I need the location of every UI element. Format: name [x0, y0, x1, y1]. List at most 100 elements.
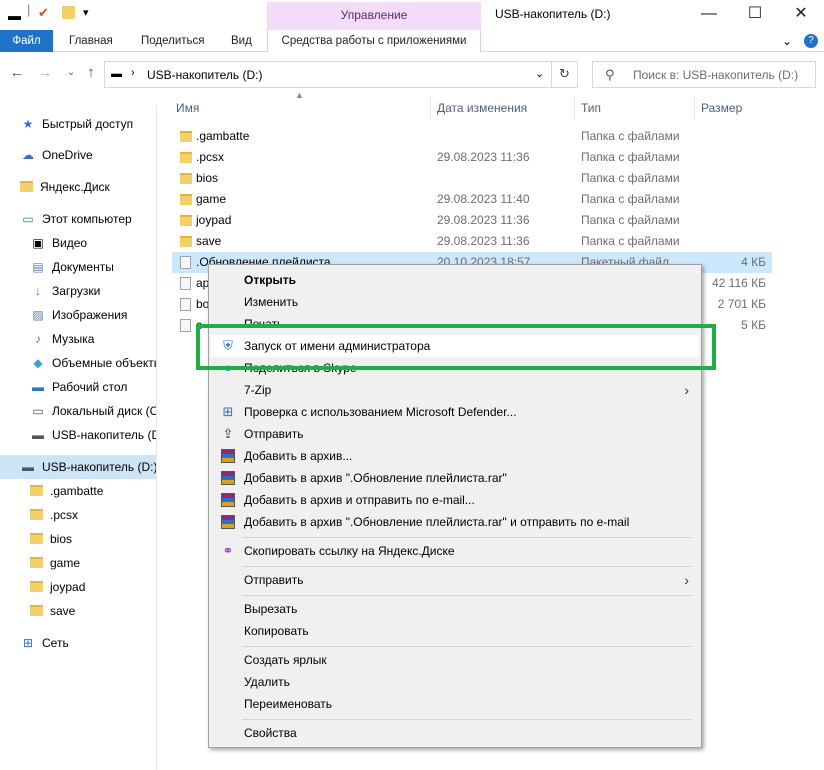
nav-item-local-disk-c[interactable]: ▭ Локальный диск (C:)	[30, 399, 156, 423]
address-row: ← → ⌄ ↑ ▬ › USB-накопитель (D:) ⌄ ↻ ⚲ По…	[0, 58, 824, 90]
menu-separator	[242, 537, 692, 538]
dropdown-chevron-icon[interactable]: ⌄	[535, 67, 544, 80]
file-row[interactable]: .gambatte Папка с файлами	[172, 126, 772, 147]
menu-item-defender[interactable]: ⊞ Проверка с использованием Microsoft Def…	[211, 401, 699, 423]
menu-item-add-archive[interactable]: Добавить в архив...	[211, 445, 699, 467]
nav-item-save[interactable]: save	[30, 599, 75, 623]
folder-icon	[30, 509, 43, 520]
menu-item-yandex-link[interactable]: ⚭ Скопировать ссылку на Яндекс.Диске	[211, 540, 699, 562]
tab-app-tools[interactable]: Средства работы с приложениями	[267, 30, 481, 52]
nav-item-quick-access[interactable]: ★ Быстрый доступ	[20, 112, 134, 136]
nav-item-pictures[interactable]: ▨ Изображения	[30, 303, 127, 327]
folder-icon	[30, 581, 43, 592]
column-divider[interactable]	[574, 96, 575, 120]
menu-item-send-to[interactable]: Отправить ›	[211, 569, 699, 591]
nav-item-desktop[interactable]: ▬ Рабочий стол	[30, 375, 127, 399]
file-row[interactable]: .pcsx 29.08.2023 11:36 Папка с файлами	[172, 147, 772, 168]
search-placeholder: Поиск в: USB-накопитель (D:)	[633, 68, 799, 82]
back-arrow-icon[interactable]: ←	[8, 64, 26, 81]
nav-item-this-pc[interactable]: ▭ Этот компьютер	[20, 207, 131, 231]
column-divider[interactable]	[694, 96, 695, 120]
star-icon: ★	[22, 117, 34, 131]
nav-item-game[interactable]: game	[30, 551, 80, 575]
file-row[interactable]: joypad 29.08.2023 11:36 Папка с файлами	[172, 210, 772, 231]
nav-item-joypad[interactable]: joypad	[30, 575, 85, 599]
nav-item-network[interactable]: ⊞ Сеть	[20, 631, 69, 655]
customize-quick-access-icon[interactable]: ▾	[83, 6, 89, 19]
help-icon[interactable]: ?	[804, 34, 818, 48]
nav-item-onedrive[interactable]: ☁ OneDrive	[20, 143, 93, 167]
menu-separator	[242, 719, 692, 720]
nav-item-pcsx[interactable]: .pcsx	[30, 503, 78, 527]
column-header-type[interactable]: Тип	[581, 96, 601, 120]
separator: |	[27, 2, 31, 17]
manage-label: Управление	[340, 8, 408, 22]
menu-item-cut[interactable]: Вырезать	[211, 598, 699, 620]
nav-item-video[interactable]: ▣ Видео	[30, 231, 87, 255]
menu-item-properties[interactable]: Свойства	[211, 722, 699, 744]
drive-icon[interactable]: ▬	[8, 8, 21, 23]
file-row[interactable]: bios Папка с файлами	[172, 168, 772, 189]
video-icon: ▣	[32, 236, 44, 250]
maximize-button[interactable]: ☐	[732, 0, 778, 30]
tab-view[interactable]: Вид	[231, 30, 252, 52]
defender-icon: ⊞	[222, 404, 234, 419]
minimize-button[interactable]: —	[686, 0, 732, 30]
highlight-annotation	[196, 324, 716, 370]
nav-item-bios[interactable]: bios	[30, 527, 72, 551]
menu-item-share[interactable]: ⇪ Отправить	[211, 423, 699, 445]
batch-file-icon	[180, 256, 191, 269]
menu-item-add-archive-rar[interactable]: Добавить в архив ".Обновление плейлиста.…	[211, 467, 699, 489]
close-button[interactable]: ✕	[778, 0, 824, 30]
divider	[551, 62, 552, 87]
folder-icon	[30, 605, 43, 616]
file-row[interactable]: game 29.08.2023 11:40 Папка с файлами	[172, 189, 772, 210]
menu-item-create-shortcut[interactable]: Создать ярлык	[211, 649, 699, 671]
tab-file[interactable]: Файл	[0, 30, 53, 52]
nav-item-usb-d-under-pc[interactable]: ▬ USB-накопитель (D:)	[30, 423, 156, 447]
refresh-icon[interactable]: ↻	[559, 66, 570, 82]
nav-item-documents[interactable]: ▤ Документы	[30, 255, 114, 279]
nav-item-yandex-disk[interactable]: Яндекс.Диск	[20, 175, 110, 199]
usb-drive-icon: ▬	[22, 460, 34, 474]
file-icon	[180, 298, 191, 311]
menu-item-copy[interactable]: Копировать	[211, 620, 699, 642]
menu-item-delete[interactable]: Удалить	[211, 671, 699, 693]
nav-item-3d-objects[interactable]: ◆ Объемные объекты	[30, 351, 156, 375]
address-bar[interactable]: ▬ › USB-накопитель (D:) ⌄ ↻	[104, 61, 578, 88]
column-header-size[interactable]: Размер	[701, 96, 742, 120]
chevron-down-icon[interactable]: ⌄	[782, 34, 792, 48]
menu-item-7zip[interactable]: 7-Zip ›	[211, 379, 699, 401]
recent-locations-icon[interactable]: ⌄	[62, 67, 80, 78]
file-icon	[180, 277, 191, 290]
cloud-icon: ☁	[22, 148, 34, 162]
menu-item-rename[interactable]: Переименовать	[211, 693, 699, 715]
nav-item-music[interactable]: ♪ Музыка	[30, 327, 94, 351]
winrar-icon	[221, 471, 235, 485]
ribbon-tabs: Файл Главная Поделиться Вид Средства раб…	[0, 30, 824, 52]
menu-item-add-archive-email[interactable]: Добавить в архив и отправить по e-mail..…	[211, 489, 699, 511]
file-row[interactable]: save 29.08.2023 11:36 Папка с файлами	[172, 231, 772, 252]
breadcrumb-chevron-icon[interactable]: ›	[131, 67, 135, 79]
forward-arrow-icon[interactable]: →	[36, 64, 54, 81]
folder-icon	[20, 181, 33, 192]
folder-icon	[180, 194, 192, 205]
drive-icon: ▭	[32, 404, 44, 418]
nav-item-downloads[interactable]: ↓ Загрузки	[30, 279, 100, 303]
properties-quick-icon[interactable]: ✔	[38, 5, 49, 21]
search-input[interactable]: ⚲ Поиск в: USB-накопитель (D:)	[592, 61, 816, 88]
menu-item-edit[interactable]: Изменить	[211, 291, 699, 313]
menu-item-add-archive-rar-email[interactable]: Добавить в архив ".Обновление плейлиста.…	[211, 511, 699, 533]
menu-item-open[interactable]: Открыть	[211, 269, 699, 291]
folder-icon	[180, 236, 192, 247]
up-arrow-icon[interactable]: ↑	[82, 64, 100, 81]
tab-share[interactable]: Поделиться	[141, 30, 205, 52]
column-divider[interactable]	[430, 96, 431, 120]
column-header-name[interactable]: Имя	[176, 96, 199, 120]
tab-home[interactable]: Главная	[69, 30, 113, 52]
new-folder-quick-icon[interactable]	[62, 6, 75, 19]
nav-item-usb-d[interactable]: ▬ USB-накопитель (D:)	[0, 455, 156, 479]
column-header-date[interactable]: Дата изменения	[437, 96, 527, 120]
folder-icon	[180, 131, 192, 142]
nav-item-gambatte[interactable]: .gambatte	[30, 479, 103, 503]
